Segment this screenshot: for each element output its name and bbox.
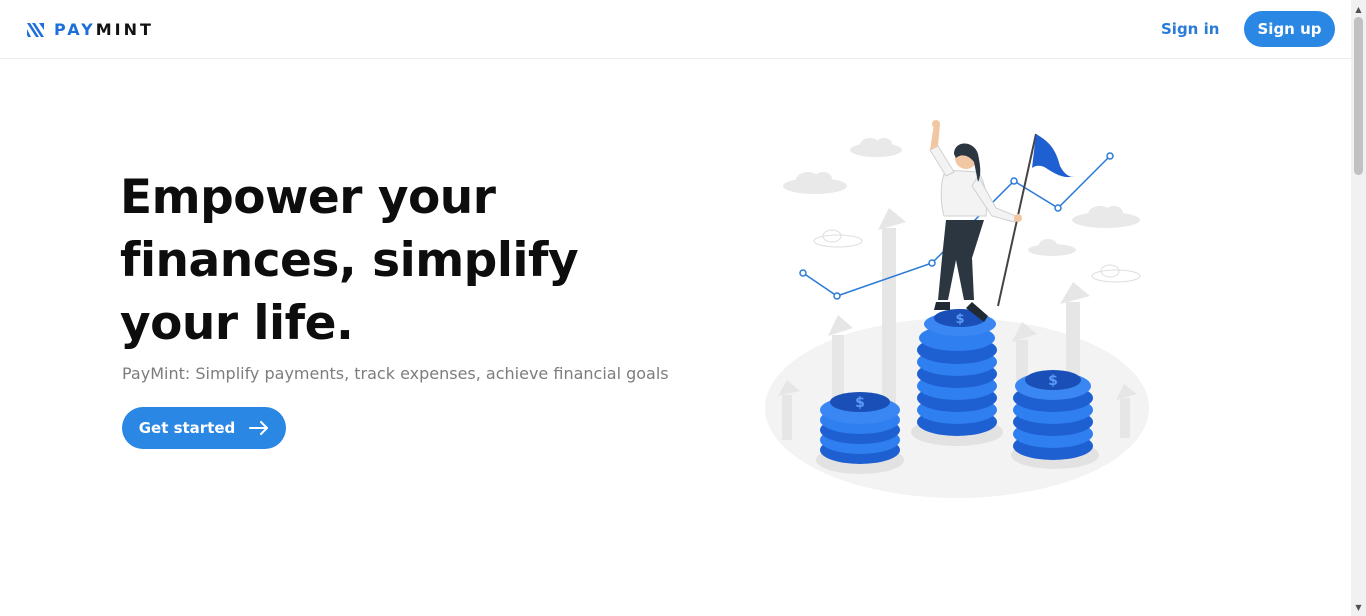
vertical-scrollbar[interactable]: ▲ ▼ <box>1351 0 1366 616</box>
scroll-down-arrow-icon[interactable]: ▼ <box>1351 600 1366 614</box>
hero-subtitle: PayMint: Simplify payments, track expens… <box>122 364 669 383</box>
svg-text:$: $ <box>955 312 964 327</box>
page: PAYMINT Sign in Sign up Empower your fin… <box>0 0 1366 616</box>
brand-name-pay: PAY <box>54 20 96 39</box>
brand-logo[interactable]: PAYMINT <box>26 19 154 41</box>
finance-growth-illustration: $ $ $ <box>765 120 1149 498</box>
get-started-label: Get started <box>138 419 236 437</box>
svg-text:$: $ <box>1048 373 1058 389</box>
scroll-up-arrow-icon[interactable]: ▲ <box>1351 2 1366 16</box>
sign-in-link[interactable]: Sign in <box>1161 19 1219 39</box>
scrollbar-thumb[interactable] <box>1354 17 1363 175</box>
arrow-right-icon <box>249 421 269 435</box>
brand-name-mint: MINT <box>95 20 154 39</box>
hero-headline: Empower your finances, simplify your lif… <box>120 170 579 351</box>
sign-up-button[interactable]: Sign up <box>1244 11 1335 47</box>
brand-name: PAYMINT <box>54 20 154 40</box>
top-navbar: PAYMINT Sign in Sign up <box>0 0 1351 59</box>
svg-text:$: $ <box>855 395 865 411</box>
get-started-button[interactable]: Get started <box>122 407 286 449</box>
paymint-logo-icon <box>27 23 44 37</box>
